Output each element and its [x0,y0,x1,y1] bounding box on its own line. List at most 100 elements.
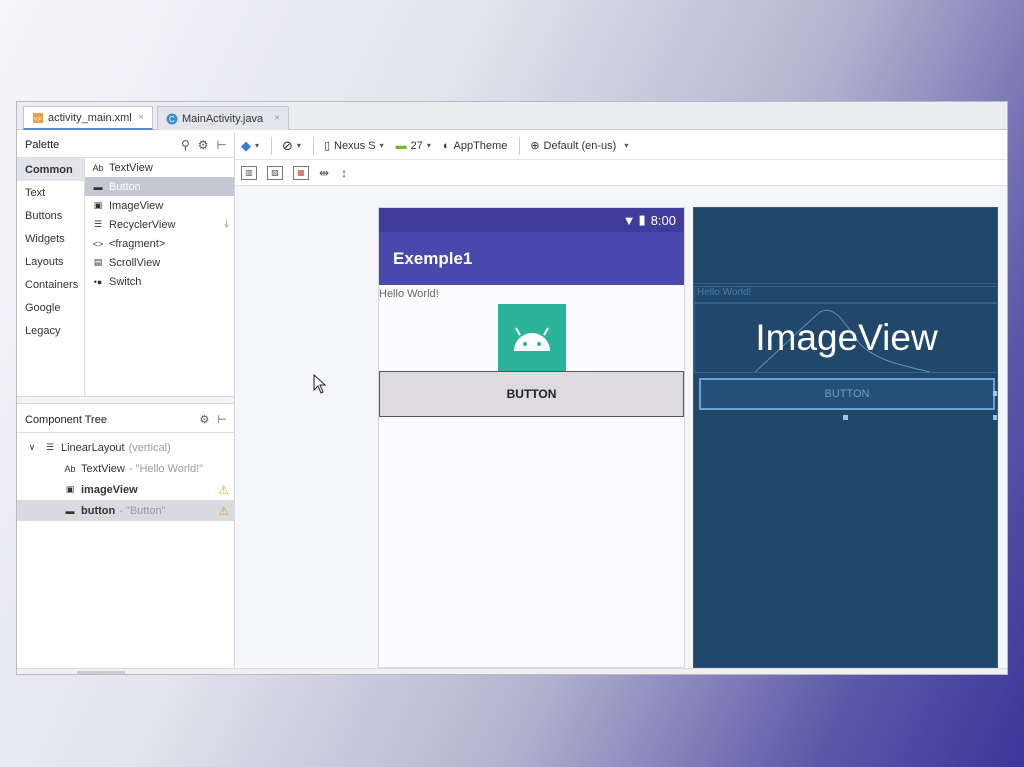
rotate-icon: ⊘ [282,137,293,153]
resize-handle[interactable] [993,415,997,420]
gear-icon[interactable]: ⚙ [200,413,210,426]
java-class-icon: C [166,113,178,125]
android-api-icon: ▬ [395,139,407,152]
tab-activity-main[interactable]: <> activity_main.xml × [23,106,153,130]
blueprint-image-label: ImageView [755,317,938,358]
linearlayout-icon: ☰ [45,442,55,452]
scrollview-icon: ▤ [93,257,103,267]
preview-button[interactable]: BUTTON [379,371,684,417]
code-brackets-icon: <> [92,238,104,249]
node-label: imageView [81,483,138,496]
blueprint-textview[interactable]: Hello World! [694,286,997,303]
widget-scrollview[interactable]: ▤ ScrollView [85,253,235,272]
chevron-down-icon: ▾ [624,141,629,150]
widget-label: Button [109,180,141,193]
android-logo-icon [514,327,550,351]
layers-icon: ◆ [241,137,251,153]
mouse-cursor-icon [313,374,327,394]
blueprint-appbar [694,208,997,284]
chevron-down-icon[interactable]: ∨ [25,442,39,453]
expand-vertical-icon[interactable]: ↕ [341,166,347,180]
component-tree: ∨ ☰ LinearLayout (vertical) Ab TextView … [17,437,235,521]
warning-icon[interactable]: ⚠ [218,483,229,497]
android-studio-window: <> activity_main.xml × C MainActivity.ja… [16,101,1008,675]
widget-button[interactable]: ▬ Button [85,177,235,196]
scrollbar-thumb[interactable] [77,671,125,674]
wifi-icon: ▼ [622,212,636,228]
battery-icon: ▮ [638,212,646,227]
widget-label: ScrollView [109,256,161,269]
widget-fragment[interactable]: <> <fragment> [85,234,235,253]
node-sublabel: (vertical) [128,441,171,454]
locale-label: Default (en-us) [543,139,617,152]
design-preview[interactable]: ▼ ▮ 8:00 Exemple1 Hello World! BUTTON [378,207,685,668]
blueprint-preview[interactable]: Hello World! ImageView BUTTON [693,207,998,668]
widget-textview[interactable]: Ab TextView [85,158,235,177]
chevron-down-icon: ▾ [379,141,384,150]
tree-node-textview[interactable]: Ab TextView - "Hello World!" [17,458,235,479]
design-surface-dropdown[interactable]: ◆ ▾ [241,138,259,154]
svg-text:<>: <> [34,117,42,123]
category-layouts[interactable]: Layouts [17,250,84,273]
button-icon: ▬ [65,505,75,516]
blueprint-imageview[interactable]: ImageView [694,303,997,373]
widget-label: <fragment> [109,237,166,250]
widget-imageview[interactable]: ▣ ImageView [85,196,235,215]
node-label: button [81,504,116,517]
image-icon: ▣ [65,484,75,494]
category-common[interactable]: Common [17,158,84,181]
category-legacy[interactable]: Legacy [17,319,84,342]
hide-panel-icon[interactable]: ⊢ [217,138,227,152]
panel-splitter[interactable] [17,396,235,404]
widget-recyclerview[interactable]: ☰ RecyclerView ⤓ [85,215,235,234]
palette-widgets: Ab TextView ▬ Button ▣ ImageView ☰ Recyc… [85,158,235,396]
download-icon[interactable]: ⤓ [224,218,229,231]
design-blueprint-icon[interactable]: ▦ [293,165,309,180]
separator [519,136,521,155]
resize-handle[interactable] [843,415,848,420]
component-tree-title: Component Tree [25,413,107,426]
blueprint-button[interactable]: BUTTON [699,378,995,410]
blueprint-icon[interactable]: ▨ [267,165,283,180]
chevron-down-icon: ▾ [296,141,301,150]
category-containers[interactable]: Containers [17,273,84,296]
tree-node-button[interactable]: ▬ button - "Button" ⚠ [17,500,235,521]
resize-handle[interactable] [993,391,997,396]
tree-node-linearlayout[interactable]: ∨ ☰ LinearLayout (vertical) [17,437,235,458]
hello-textview[interactable]: Hello World! [379,288,439,300]
search-icon[interactable]: ⚲ [181,138,190,152]
widget-label: ImageView [109,199,164,212]
expand-horizontal-icon[interactable]: ⇹ [319,166,329,180]
category-google[interactable]: Google [17,296,84,319]
palette-categories: Common Text Buttons Widgets Layouts Cont… [17,158,85,396]
gear-icon[interactable]: ⚙ [198,138,209,152]
orientation-dropdown[interactable]: ⊘ ▾ [282,138,301,154]
image-icon: ▣ [93,200,103,210]
widget-switch[interactable]: •● Switch [85,272,235,291]
separator [271,136,273,155]
hide-panel-icon[interactable]: ⊢ [217,413,227,426]
category-text[interactable]: Text [17,181,84,204]
editor-tabs: <> activity_main.xml × C MainActivity.ja… [17,102,1007,130]
switch-icon: •● [93,276,103,287]
component-tree-header: Component Tree ⚙ ⊢ [17,407,235,433]
theme-label: AppTheme [453,139,508,152]
image-view[interactable] [498,304,566,372]
category-buttons[interactable]: Buttons [17,204,84,227]
category-widgets[interactable]: Widgets [17,227,84,250]
api-level-dropdown[interactable]: ▬ 27 ▾ [396,140,431,152]
tree-node-imageview[interactable]: ▣ imageView ⚠ [17,479,235,500]
locale-dropdown[interactable]: ⊕ Default (en-us) ▾ [530,139,629,153]
device-dropdown[interactable]: ▯ Nexus S ▾ [324,139,384,153]
close-icon[interactable]: × [274,113,280,124]
tab-main-activity[interactable]: C MainActivity.java × [157,106,289,130]
theme-dropdown[interactable]: ◐ AppTheme [443,140,507,152]
columns-icon[interactable]: ▥ [241,165,257,180]
palette-header: Palette ⚲ ⚙ ⊢ [17,132,235,158]
widget-label: TextView [109,161,153,174]
node-label: LinearLayout [61,441,125,454]
horizontal-scrollbar[interactable] [17,668,1007,674]
list-icon: ☰ [93,219,103,229]
warning-icon[interactable]: ⚠ [218,504,229,518]
close-icon[interactable]: × [138,112,144,123]
